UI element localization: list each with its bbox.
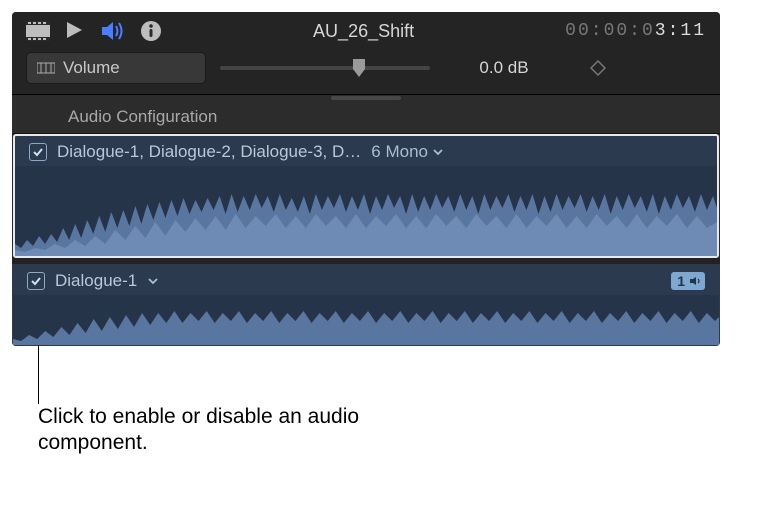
callout-text: Click to enable or disable an audio comp… [38, 404, 438, 457]
audio-speaker-icon[interactable] [100, 20, 126, 42]
info-icon[interactable] [140, 20, 162, 42]
speaker-icon [689, 276, 701, 286]
audio-component[interactable]: Dialogue-1 1 [12, 264, 720, 346]
timecode-bright: 3:11 [655, 21, 706, 41]
volume-slider[interactable] [220, 66, 430, 70]
channel-config-menu[interactable]: 6 Mono [371, 142, 444, 162]
chevron-down-icon[interactable] [147, 275, 159, 287]
channel-badge[interactable]: 1 [671, 272, 705, 290]
audio-configuration-header: Audio Configuration [12, 101, 720, 134]
video-filmstrip-icon[interactable] [26, 21, 50, 41]
color-inspector-icon[interactable] [64, 20, 86, 42]
volume-slider-knob[interactable] [351, 59, 367, 77]
inspector-header: AU_26_Shift 00:00:03:11 [12, 12, 720, 48]
audio-inspector-panel: AU_26_Shift 00:00:03:11 Volume 0.0 dB Au… [12, 12, 720, 346]
waveform-display [13, 295, 719, 345]
volume-label: Volume [63, 58, 120, 78]
component-name: Dialogue-1 [55, 271, 137, 291]
callout-leader-line [38, 344, 39, 404]
volume-parameter-button[interactable]: Volume [26, 52, 206, 84]
audio-component[interactable]: Dialogue-1, Dialogue-2, Dialogue-3, D… 6… [13, 134, 719, 258]
help-callout: Click to enable or disable an audio comp… [38, 404, 438, 457]
chevron-down-icon [432, 146, 444, 158]
component-enable-checkbox[interactable] [29, 143, 47, 161]
clip-title: AU_26_Shift [313, 21, 414, 42]
volume-parameter-row: Volume 0.0 dB [12, 48, 720, 95]
parameter-icon [37, 61, 55, 75]
component-enable-checkbox[interactable] [27, 272, 45, 290]
timecode-dim: 00:00:0 [565, 21, 655, 41]
component-name: Dialogue-1, Dialogue-2, Dialogue-3, D… [57, 142, 361, 162]
keyframe-button[interactable] [578, 60, 618, 76]
volume-value[interactable]: 0.0 dB [444, 58, 564, 78]
waveform-display [15, 166, 717, 256]
timecode-display: 00:00:03:11 [565, 21, 706, 41]
